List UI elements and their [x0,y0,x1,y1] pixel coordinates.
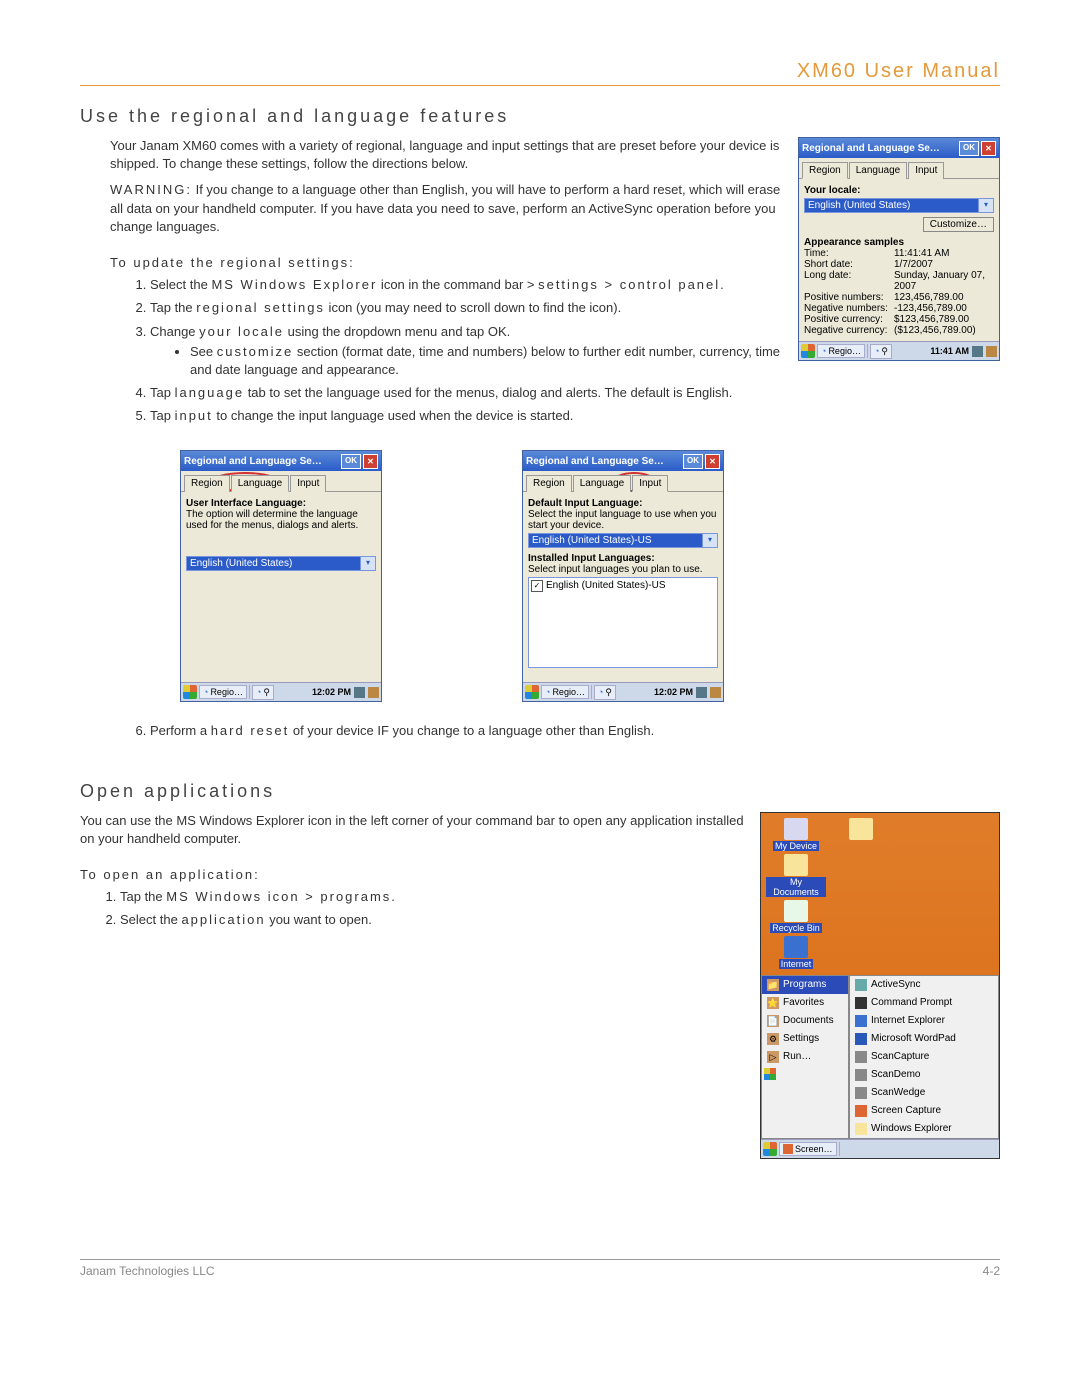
start-icon[interactable] [183,685,197,699]
tab-region[interactable]: Region [184,475,230,492]
tab-input[interactable]: Input [632,475,668,492]
taskbar-button[interactable]: ◔Regio… [817,344,865,358]
ui-language-text: The option will determine the language u… [186,509,376,531]
taskbar-button[interactable]: ◔Regio… [541,685,589,699]
tab-input[interactable]: Input [908,162,944,179]
tab-language[interactable]: Language [849,162,908,179]
tray-icon [368,687,379,698]
taskbar: Screen… [761,1139,999,1158]
start-menu-item[interactable]: 📁Programs [762,976,848,994]
tray-icon [696,687,707,698]
program-item[interactable]: Windows Explorer [850,1120,998,1138]
list-item: Tap input to change the input language u… [150,407,1000,425]
chevron-down-icon: ▾ [702,534,717,547]
default-input-label: Default Input Language: [528,498,718,509]
program-item[interactable]: ScanCapture [850,1048,998,1066]
start-icon[interactable] [801,344,815,358]
tray-icon [710,687,721,698]
taskbar: ◔Regio… ◔⚲ 12:02 PM [523,682,723,701]
page-number: 4-2 [983,1264,1000,1278]
close-icon[interactable]: ✕ [363,454,378,469]
clock: 12:02 PM [312,687,351,697]
tab-language[interactable]: Language [573,475,632,492]
start-menu: 📁Programs⭐Favorites📄Documents⚙Settings▷R… [761,975,849,1139]
desktop-icon[interactable]: My Documents [766,854,826,898]
clock: 11:41 AM [930,346,969,356]
program-item[interactable]: Internet Explorer [850,1012,998,1030]
samples-label: Appearance samples [804,237,994,248]
default-input-text: Select the input language to use when yo… [528,509,718,531]
taskbar-button[interactable]: ◔Regio… [199,685,247,699]
program-item[interactable]: Microsoft WordPad [850,1030,998,1048]
desktop-icon[interactable]: Recycle Bin [766,900,826,934]
chevron-down-icon: ▾ [360,557,375,570]
chevron-down-icon: ▾ [978,199,993,212]
tray-icon [972,346,983,357]
program-item[interactable]: Command Prompt [850,994,998,1012]
taskbar-button[interactable]: Screen… [779,1142,837,1156]
list-item: Tap language tab to set the language use… [150,384,1000,402]
installed-languages-label: Installed Input Languages: [528,553,718,564]
locale-dropdown[interactable]: English (United States) ▾ [804,198,994,213]
footer-company: Janam Technologies LLC [80,1264,215,1278]
step-6: Perform a hard reset of your device IF y… [120,722,1000,740]
desktop-icon[interactable]: Internet [766,936,826,970]
customize-button[interactable]: Customize… [923,217,994,232]
desktop-icon[interactable]: My Device [766,818,826,852]
ok-button[interactable]: OK [959,141,979,156]
tray-icon [354,687,365,698]
installed-languages-list[interactable]: ✓English (United States)-US [528,577,718,668]
dialog-titlebar: Regional and Language Se… OK ✕ [181,451,381,471]
tab-language[interactable]: Language [231,475,290,492]
ui-language-dropdown[interactable]: English (United States) ▾ [186,556,376,571]
tab-region[interactable]: Region [526,475,572,492]
section-heading-regional: Use the regional and language features [80,106,1000,127]
clock: 12:02 PM [654,687,693,697]
ui-language-label: User Interface Language: [186,498,376,509]
input-dialog: Regional and Language Se… OK ✕ Region La… [522,450,724,702]
start-menu-item[interactable]: ⚙Settings [762,1030,848,1048]
locale-label: Your locale: [804,185,994,196]
regional-dialog: Regional and Language Se… OK ✕ Region La… [798,137,1000,361]
document-header: XM60 User Manual [80,60,1000,86]
dialog-title: Regional and Language Se… [802,143,940,154]
start-menu-item[interactable]: 📄Documents [762,1012,848,1030]
dialog-titlebar: Regional and Language Se… OK ✕ [523,451,723,471]
ok-button[interactable]: OK [341,454,361,469]
desktop-icon[interactable] [831,818,891,840]
desktop-screenshot: My DeviceMy DocumentsRecycle BinInternet… [760,812,1000,1159]
program-item[interactable]: ScanDemo [850,1066,998,1084]
close-icon[interactable]: ✕ [981,141,996,156]
dialog-titlebar: Regional and Language Se… OK ✕ [799,138,999,158]
start-menu-item[interactable]: ▷Run… [762,1048,848,1066]
taskbar: ◔Regio… ◔⚲ 12:02 PM [181,682,381,701]
start-icon[interactable] [763,1142,777,1156]
taskbar: ◔Regio… ◔⚲ 11:41 AM [799,341,999,360]
start-menu-item[interactable]: ⭐Favorites [762,994,848,1012]
program-item[interactable]: Screen Capture [850,1102,998,1120]
program-item[interactable]: ScanWedge [850,1084,998,1102]
program-item[interactable]: ActiveSync [850,976,998,994]
tab-input[interactable]: Input [290,475,326,492]
section-heading-open-apps: Open applications [80,781,1000,802]
language-dialog: Regional and Language Se… OK ✕ Region La… [180,450,382,702]
tray-icon [986,346,997,357]
start-icon[interactable] [525,685,539,699]
installed-languages-text: Select input languages you plan to use. [528,564,718,575]
close-icon[interactable]: ✕ [705,454,720,469]
checkbox[interactable]: ✓ [531,580,543,592]
ok-button[interactable]: OK [683,454,703,469]
tab-region[interactable]: Region [802,162,848,179]
default-input-dropdown[interactable]: English (United States)-US ▾ [528,533,718,548]
programs-submenu: ActiveSyncCommand PromptInternet Explore… [849,975,999,1139]
